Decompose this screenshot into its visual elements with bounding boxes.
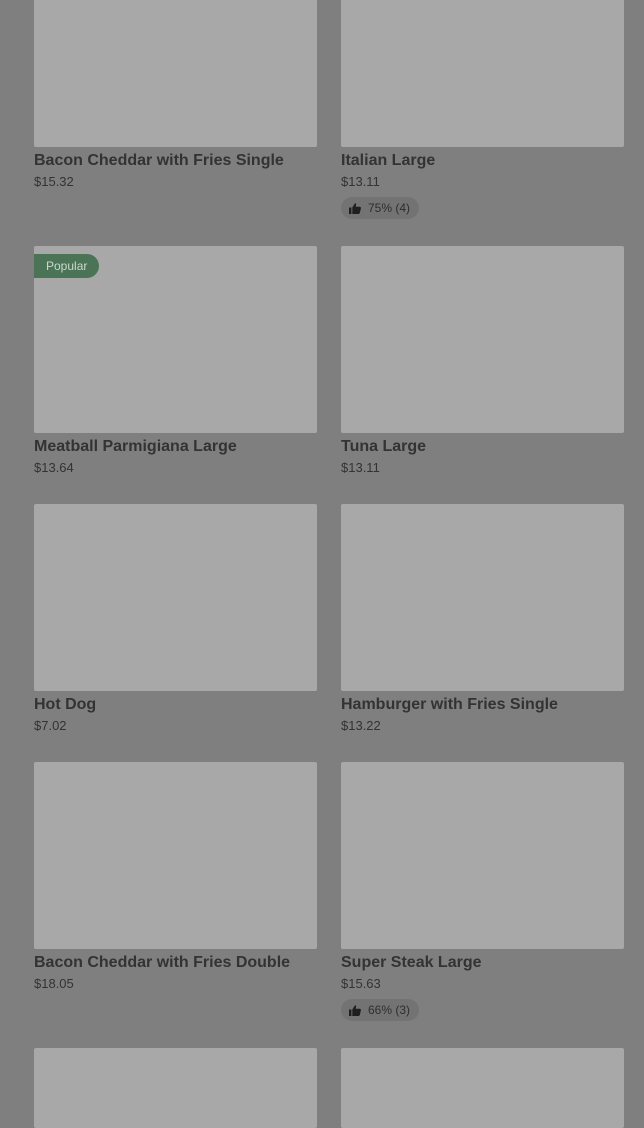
menu-item-card[interactable]: Super Steak Large $15.63 66% (3) bbox=[341, 762, 624, 1021]
item-image[interactable] bbox=[341, 504, 624, 691]
item-name[interactable]: Super Steak Large bbox=[341, 953, 624, 973]
item-image[interactable] bbox=[34, 1048, 317, 1128]
item-price: $13.22 bbox=[341, 718, 381, 733]
menu-item-card[interactable] bbox=[341, 1048, 624, 1128]
item-name[interactable]: Meatball Parmigiana Large bbox=[34, 437, 317, 457]
menu-item-card[interactable] bbox=[34, 1048, 317, 1128]
menu-item-card[interactable]: Tuna Large $13.11 bbox=[341, 246, 624, 477]
item-image[interactable] bbox=[341, 762, 624, 949]
item-price: $13.11 bbox=[341, 174, 380, 189]
item-image[interactable] bbox=[341, 0, 624, 147]
item-image[interactable] bbox=[34, 762, 317, 949]
item-name[interactable]: Bacon Cheddar with Fries Single bbox=[34, 151, 317, 171]
item-price: $13.11 bbox=[341, 460, 380, 475]
thumbs-up-icon bbox=[349, 1004, 361, 1016]
item-name[interactable]: Italian Large bbox=[341, 151, 624, 171]
rating-badge: 66% (3) bbox=[341, 999, 420, 1021]
item-name[interactable]: Bacon Cheddar with Fries Double bbox=[34, 953, 317, 973]
item-price: $7.02 bbox=[34, 718, 67, 733]
item-image[interactable]: Popular bbox=[34, 246, 317, 433]
item-name[interactable]: Tuna Large bbox=[341, 437, 624, 457]
thumbs-up-icon bbox=[349, 202, 361, 214]
item-image[interactable] bbox=[341, 246, 624, 433]
item-price: $18.05 bbox=[34, 976, 74, 991]
item-price: $13.64 bbox=[34, 460, 74, 475]
menu-item-card[interactable]: Italian Large $13.11 75% (4) bbox=[341, 0, 624, 219]
item-name[interactable]: Hamburger with Fries Single bbox=[341, 695, 624, 715]
menu-item-card[interactable]: Bacon Cheddar with Fries Double $18.05 bbox=[34, 762, 317, 993]
menu-item-card[interactable]: Bacon Cheddar with Fries Single $15.32 bbox=[34, 0, 317, 191]
menu-item-card[interactable]: Popular Meatball Parmigiana Large $13.64 bbox=[34, 246, 317, 477]
popular-badge: Popular bbox=[34, 254, 100, 278]
item-image[interactable] bbox=[34, 504, 317, 691]
item-price: $15.32 bbox=[34, 174, 74, 189]
item-image[interactable] bbox=[34, 0, 317, 147]
menu-item-card[interactable]: Hamburger with Fries Single $13.22 bbox=[341, 504, 624, 735]
item-image[interactable] bbox=[341, 1048, 624, 1128]
rating-text: 75% (4) bbox=[368, 201, 411, 215]
menu-item-grid: Bacon Cheddar with Fries Single $15.32 I… bbox=[0, 0, 644, 1128]
item-name[interactable]: Hot Dog bbox=[34, 695, 317, 715]
item-price: $15.63 bbox=[341, 976, 381, 991]
rating-badge: 75% (4) bbox=[341, 197, 420, 219]
menu-item-card[interactable]: Hot Dog $7.02 bbox=[34, 504, 317, 735]
rating-text: 66% (3) bbox=[368, 1003, 411, 1017]
